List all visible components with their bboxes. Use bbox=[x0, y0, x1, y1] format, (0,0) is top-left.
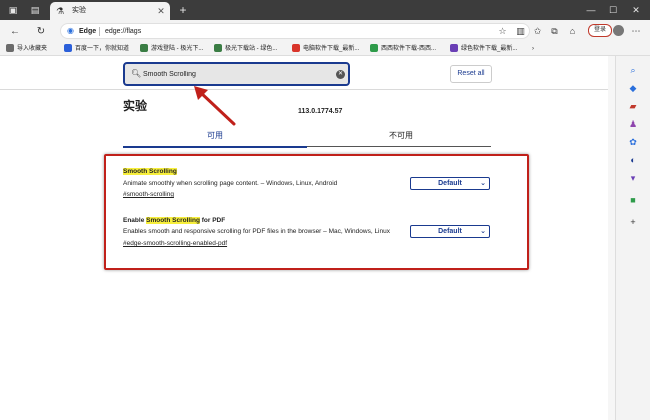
tab-flags[interactable]: ⚗ 实验 ✕ bbox=[50, 2, 170, 20]
site-icon bbox=[370, 44, 378, 53]
flask-icon: ⚗ bbox=[56, 6, 65, 16]
experiment-description: Enables smooth and responsive scrolling … bbox=[123, 228, 390, 235]
favorite-item[interactable]: 极光下载站 - 绿色... bbox=[214, 44, 277, 54]
shopping-tag-icon[interactable]: ◆ bbox=[627, 82, 639, 94]
experiment-description: Animate smoothly when scrolling page con… bbox=[123, 180, 338, 187]
site-label: Edge bbox=[79, 28, 97, 35]
tools-briefcase-icon[interactable]: ▰ bbox=[627, 100, 639, 112]
clear-search-icon[interactable]: ✕ bbox=[336, 70, 345, 79]
more-menu-icon[interactable]: ⋯ bbox=[630, 25, 642, 37]
avatar[interactable] bbox=[613, 25, 624, 36]
drop-icon[interactable]: ▾ bbox=[627, 172, 639, 184]
new-tab-button[interactable]: + bbox=[176, 4, 190, 16]
favorite-item[interactable]: 游戏登陆 - 极光下... bbox=[140, 44, 203, 54]
favorite-item[interactable]: 西西软件下载-西西... bbox=[370, 44, 436, 54]
collections-icon[interactable]: ⧉ bbox=[548, 25, 561, 38]
folder-icon bbox=[6, 44, 14, 53]
version-number: 113.0.1774.57 bbox=[298, 108, 343, 115]
header-divider bbox=[0, 89, 615, 90]
add-icon[interactable]: + bbox=[627, 216, 639, 228]
tab-title: 实验 bbox=[72, 7, 86, 14]
window-menu-icon[interactable]: ▣ bbox=[6, 4, 20, 16]
favorite-item[interactable]: 百度一下，你就知道 bbox=[64, 44, 129, 54]
app-icon[interactable]: ■ bbox=[627, 194, 639, 206]
site-icon bbox=[140, 44, 148, 53]
edge-logo-icon: ◉ bbox=[67, 26, 74, 35]
favorite-item[interactable]: 电脑软件下载_最新... bbox=[292, 44, 359, 54]
address-separator bbox=[99, 27, 100, 36]
favorite-item[interactable]: 绿色软件下载_最新... bbox=[450, 44, 517, 54]
experiment-link[interactable]: #edge-smooth-scrolling-enabled-pdf bbox=[123, 239, 227, 248]
back-arrow-icon[interactable]: ← bbox=[8, 25, 22, 38]
search-match-highlight: Smooth Scrolling bbox=[123, 168, 177, 175]
tab-underline bbox=[307, 146, 491, 147]
baidu-icon bbox=[64, 44, 72, 53]
outlook-icon[interactable]: ◐ bbox=[627, 154, 639, 166]
chevron-down-icon: ⌄ bbox=[480, 180, 486, 187]
minimize-icon[interactable]: — bbox=[582, 3, 600, 17]
address-url[interactable]: edge://flags bbox=[105, 27, 141, 36]
tab-actions-icon[interactable]: ▤ bbox=[28, 4, 42, 16]
office-icon[interactable]: ✿ bbox=[627, 136, 639, 148]
close-icon[interactable]: ✕ bbox=[156, 6, 166, 16]
active-tab-indicator bbox=[123, 146, 307, 148]
search-icon: 🔍︎ bbox=[131, 69, 142, 78]
site-icon bbox=[292, 44, 300, 53]
experiment-title: Enable Smooth Scrolling for PDF bbox=[123, 217, 226, 224]
chevron-down-icon: ⌄ bbox=[480, 228, 486, 235]
split-screen-icon[interactable]: ▥ bbox=[514, 25, 527, 38]
address-toolbar: ← ↻ ◉ Edge edge://flags ☆ ▥ ✩ ⧉ ⌂ 登录 ⋯ bbox=[0, 20, 650, 42]
experiment-link[interactable]: #smooth-scrolling bbox=[123, 190, 174, 199]
site-icon bbox=[214, 44, 222, 53]
site-icon bbox=[450, 44, 458, 53]
edge-sidebar: ⌕ ◆ ▰ ♟ ✿ ◐ ▾ ■ + bbox=[615, 56, 650, 420]
reset-all-button[interactable]: Reset all bbox=[450, 65, 492, 83]
refresh-icon[interactable]: ↻ bbox=[34, 25, 48, 38]
experiment-title: Smooth Scrolling bbox=[123, 167, 177, 176]
games-icon[interactable]: ♟ bbox=[627, 118, 639, 130]
tab-unavailable[interactable]: 不可用 bbox=[384, 131, 418, 141]
page-scrollbar[interactable] bbox=[608, 56, 615, 420]
address-bar[interactable]: ◉ Edge edge://flags bbox=[60, 23, 530, 39]
extensions-icon[interactable]: ⌂ bbox=[566, 25, 579, 38]
experiment-select[interactable]: Default ⌄ bbox=[410, 177, 490, 190]
annotation-arrow bbox=[194, 86, 236, 126]
favorite-star-icon[interactable]: ☆ bbox=[496, 25, 509, 38]
search-match-highlight: Smooth Scrolling bbox=[146, 217, 200, 224]
tab-bar: ▣ ▤ ⚗ 实验 ✕ + — ☐ ✕ bbox=[0, 0, 650, 20]
tab-available[interactable]: 可用 bbox=[205, 131, 225, 141]
maximize-icon[interactable]: ☐ bbox=[604, 3, 622, 17]
page-title: 实验 bbox=[123, 99, 148, 113]
login-button[interactable]: 登录 bbox=[588, 24, 612, 37]
favorite-item[interactable]: 导入收藏夹 bbox=[6, 44, 47, 54]
favorites-bar: 导入收藏夹 百度一下，你就知道 游戏登陆 - 极光下... 极光下载站 - 绿色… bbox=[0, 42, 650, 56]
favorites-overflow-icon[interactable]: › bbox=[532, 44, 534, 54]
experiment-select[interactable]: Default ⌄ bbox=[410, 225, 490, 238]
flags-search-box[interactable]: 🔍︎ ✕ bbox=[123, 62, 350, 86]
favorites-icon[interactable]: ✩ bbox=[531, 25, 544, 38]
search-icon[interactable]: ⌕ bbox=[627, 64, 639, 76]
window-close-icon[interactable]: ✕ bbox=[627, 3, 645, 17]
search-input[interactable] bbox=[143, 68, 323, 80]
